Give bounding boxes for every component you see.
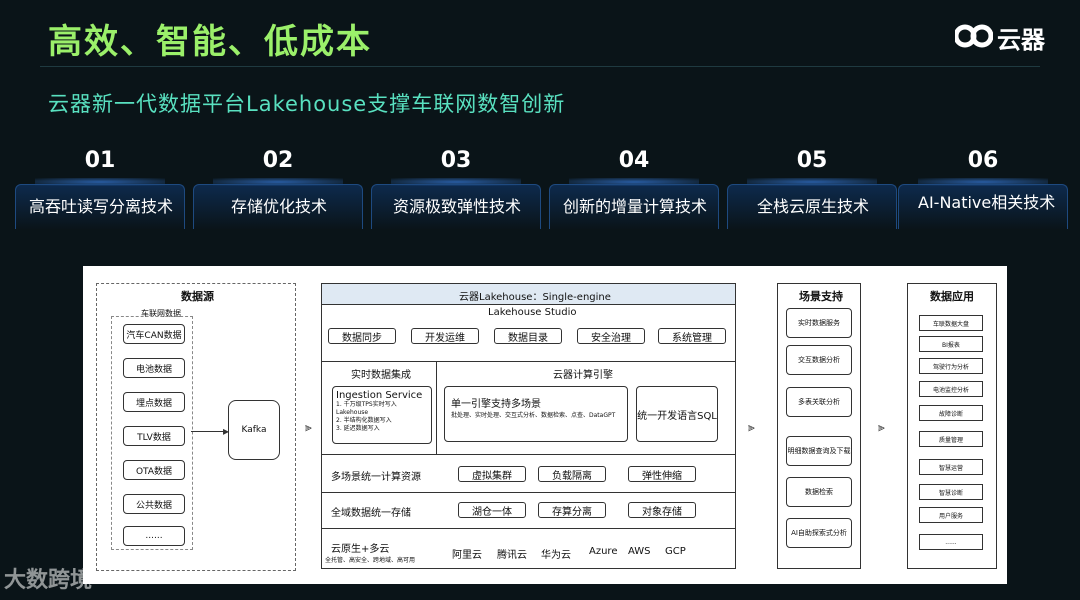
subtitle: 云器新一代数据平台Lakehouse支撑车联网数智创新: [48, 92, 566, 116]
studio-title: Lakehouse Studio: [488, 307, 577, 318]
studio-button: 系统管理: [658, 328, 726, 344]
brand-logo: 云器: [953, 20, 1050, 54]
cloud-provider: 阿里云: [452, 550, 482, 561]
tech-label: 高吞吐读写分离技术: [28, 197, 173, 216]
ingestion-item: 2. 半结构化数据写入: [336, 417, 392, 424]
tech-number: 05: [796, 148, 828, 173]
page-title: 高效、智能、低成本: [48, 22, 372, 62]
scene-item: 交互数据分析: [786, 345, 852, 375]
header-divider: [40, 66, 1040, 67]
tech-label: 存储优化技术: [230, 197, 327, 216]
tech-number: 04: [618, 148, 650, 173]
logo-name: 云器: [997, 26, 1045, 54]
app-item: 车联数据大盘: [919, 315, 983, 331]
studio-button: 数据同步: [328, 328, 396, 344]
storage-item: 对象存储: [628, 502, 696, 518]
app-item: 电池监控分析: [919, 381, 983, 397]
engine-single-title: 单一引擎支持多场景: [451, 399, 541, 410]
realtime-title: 实时数据集成: [351, 370, 411, 381]
source-item: ......: [123, 526, 185, 546]
app-item: BI报表: [919, 336, 983, 352]
scene-item: AI自助探索式分析: [786, 518, 852, 548]
apps-title: 数据应用: [930, 290, 974, 303]
app-item: ......: [919, 534, 983, 550]
studio-button: 开发运维: [411, 328, 479, 344]
source-item: OTA数据: [123, 460, 185, 480]
tech-number: 01: [84, 148, 116, 173]
cloud-desc: 全托管、高安全、跨地域、高可用: [325, 557, 416, 564]
source-item: 电池数据: [123, 358, 185, 378]
app-item: 驾驶行为分析: [919, 358, 983, 374]
tech-number: 03: [440, 148, 472, 173]
watermark: 大数跨境: [4, 568, 93, 593]
tech-label: 资源极致弹性技术: [392, 197, 521, 216]
architecture-diagram: 数据源 车联网数据 汽车CAN数据 电池数据 埋点数据 TLV数据 OTA数据 …: [83, 266, 1007, 584]
app-item: 智慧诊断: [919, 484, 983, 500]
app-item: 智慧运营: [919, 459, 983, 475]
cloud-label: 云原生+多云: [331, 544, 390, 555]
engine-sql-box: 统一开发语言SQL: [636, 386, 718, 442]
scene-item: 明细数据查询及下载: [786, 436, 852, 466]
source-item: 埋点数据: [123, 392, 185, 412]
engine-single-desc: 批处理、实时处理、交互式分析、数据检索、点查、DataGPT: [451, 412, 616, 419]
ingestion-title: Ingestion Service: [336, 390, 423, 401]
studio-button: 安全治理: [577, 328, 645, 344]
compute-label: 多场景统一计算资源: [331, 472, 421, 483]
cloud-provider: Azure: [589, 546, 618, 557]
app-item: 用户服务: [919, 507, 983, 523]
source-item: 公共数据: [123, 494, 185, 514]
ingestion-item: 3. 延迟数据写入: [336, 425, 380, 432]
tech-label: 创新的增量计算技术: [562, 197, 707, 216]
tech-card-04: 04 创新的增量计算技术: [549, 148, 719, 229]
engine-title: 云器计算引擎: [553, 370, 613, 381]
kafka-box: Kafka: [228, 400, 280, 460]
double-arrow-icon: ⫸: [878, 420, 885, 434]
arrow-to-kafka: [191, 431, 227, 432]
lakehouse-title: 云器Lakehouse：Single-engine: [459, 292, 611, 303]
tech-card-01: 01 高吞吐读写分离技术: [15, 148, 185, 229]
compute-item: 弹性伸缩: [628, 466, 696, 482]
ingestion-item: 1. 千万级TPS实时写入Lakehouse: [336, 401, 397, 416]
scene-item: 实时数据服务: [786, 308, 852, 338]
studio-button: 数据目录: [494, 328, 562, 344]
storage-label: 全域数据统一存储: [331, 508, 411, 519]
tech-number: 02: [262, 148, 294, 173]
cloud-provider: 华为云: [541, 550, 571, 561]
scene-item: 多表关联分析: [786, 387, 852, 417]
storage-item: 存算分离: [538, 502, 606, 518]
cloud-provider: GCP: [665, 546, 686, 557]
cloud-provider: AWS: [628, 546, 651, 557]
tech-card-06: 06 AI-Native相关技术: [898, 148, 1068, 229]
sources-title: 数据源: [181, 290, 214, 303]
double-arrow-icon: ⫸: [748, 420, 755, 434]
compute-item: 虚拟集群: [458, 466, 526, 482]
tech-label: 全栈云原生技术: [756, 197, 869, 216]
compute-item: 负载隔离: [538, 466, 606, 482]
scene-item: 数据检索: [786, 477, 852, 507]
tech-label: AI-Native相关技术: [918, 193, 1056, 212]
tech-number: 06: [967, 148, 999, 173]
storage-item: 湖仓一体: [458, 502, 526, 518]
tech-card-03: 03 资源极致弹性技术: [371, 148, 541, 229]
source-item: 汽车CAN数据: [123, 324, 185, 344]
source-item: TLV数据: [123, 426, 185, 446]
scenes-title: 场景支持: [799, 290, 843, 303]
logo-mark-icon: [953, 22, 994, 50]
tech-card-02: 02 存储优化技术: [193, 148, 363, 229]
ingestion-box: Ingestion Service 1. 千万级TPS实时写入Lakehouse…: [332, 386, 432, 444]
app-item: 质量管理: [919, 431, 983, 447]
app-item: 故障诊断: [919, 405, 983, 421]
tech-card-05: 05 全栈云原生技术: [727, 148, 897, 229]
engine-single-box: 单一引擎支持多场景 批处理、实时处理、交互式分析、数据检索、点查、DataGPT: [444, 386, 628, 442]
cloud-provider: 腾讯云: [497, 550, 527, 561]
double-arrow-icon: ⫸: [305, 420, 312, 434]
